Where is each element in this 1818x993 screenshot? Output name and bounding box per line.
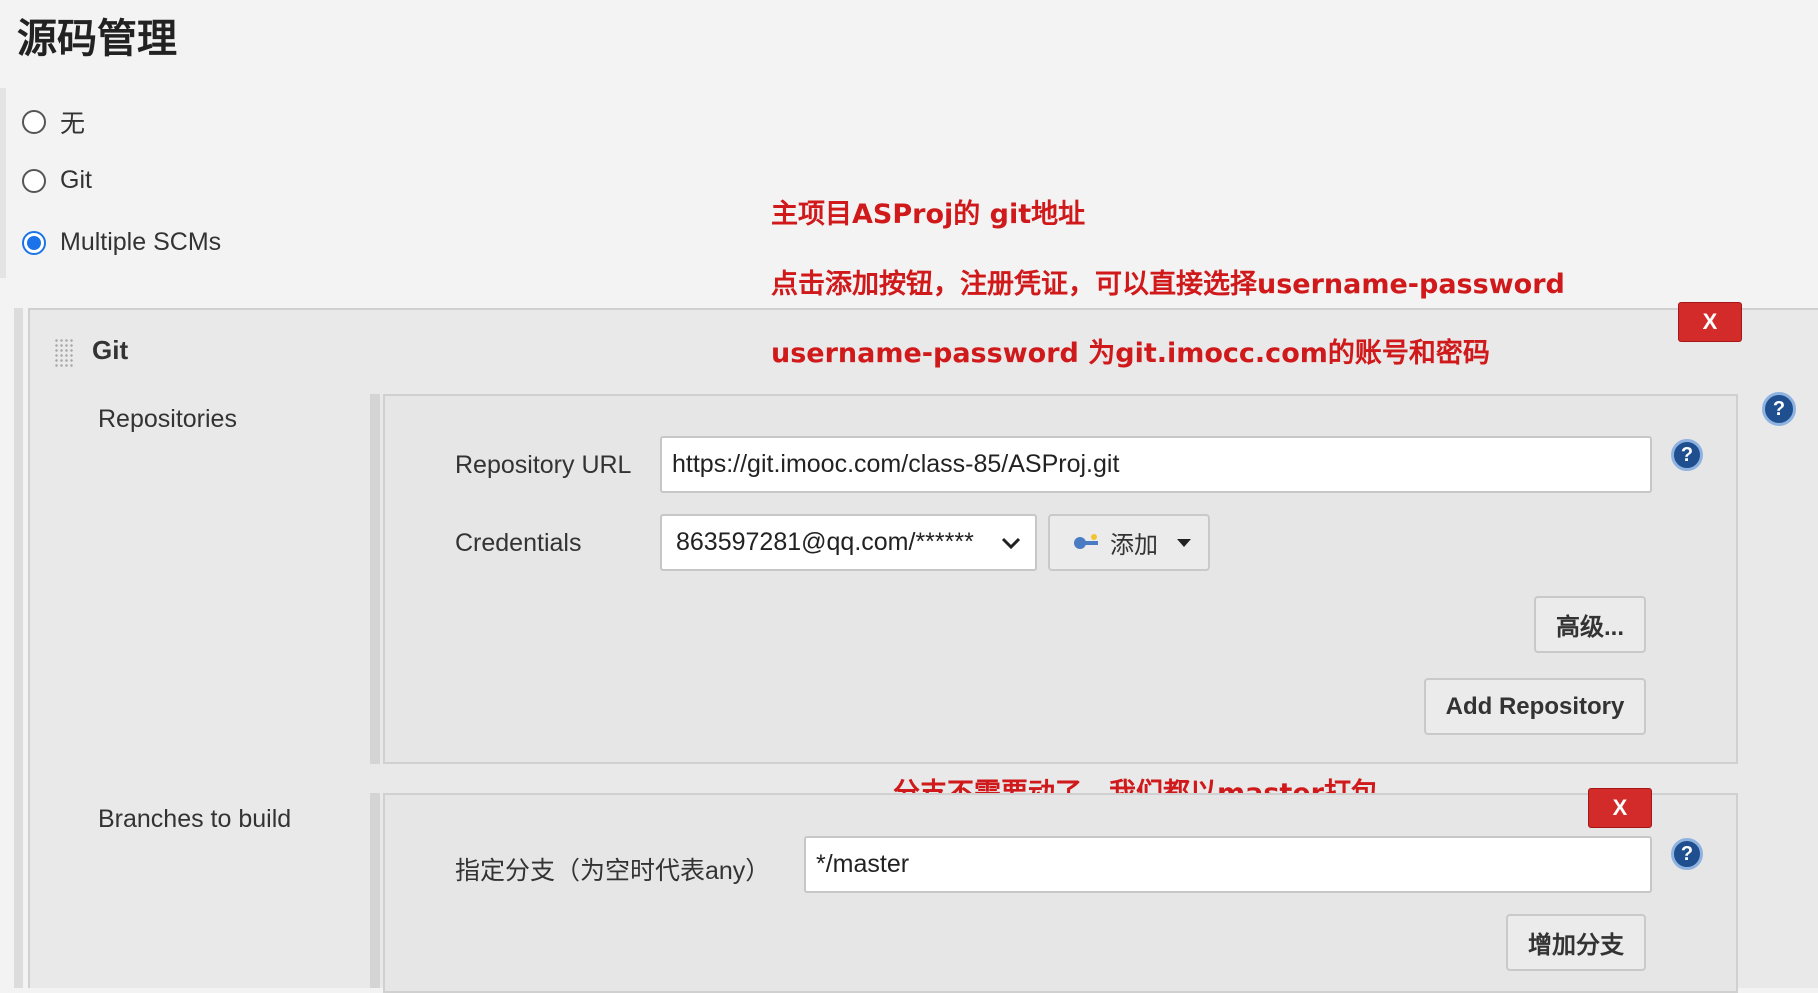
caret-down-icon <box>1177 538 1191 547</box>
drag-handle-icon[interactable] <box>54 338 74 368</box>
repository-url-label: Repository URL <box>455 451 632 479</box>
option-label: Multiple SCMs <box>60 228 222 256</box>
annotation-credential-info: username-password 为git.imocc.com的账号和密码 <box>771 338 1490 369</box>
option-label: Git <box>60 166 92 194</box>
radio-button[interactable] <box>22 110 46 134</box>
section-divider <box>0 88 6 278</box>
scm-option-none[interactable]: 无 <box>22 104 85 140</box>
branch-specifier-label: 指定分支（为空时代表any） <box>455 857 771 885</box>
credentials-label: Credentials <box>455 529 582 557</box>
radio-button[interactable] <box>22 168 46 193</box>
add-branch-button[interactable]: 增加分支 <box>1506 914 1646 971</box>
git-title: Git <box>92 335 129 365</box>
add-button-label: 添加 <box>1110 532 1158 559</box>
scm-option-multiple[interactable]: Multiple SCMs <box>22 228 221 257</box>
delete-git-button[interactable]: X <box>1678 302 1742 342</box>
help-icon[interactable]: ? <box>1671 838 1703 870</box>
branch-specifier-input[interactable]: */master <box>804 836 1652 893</box>
radio-button-selected[interactable] <box>22 230 46 255</box>
help-icon[interactable]: ? <box>1762 392 1796 426</box>
page-title: 源码管理 <box>17 16 177 62</box>
advanced-button[interactable]: 高级... <box>1534 596 1646 653</box>
scm-option-git[interactable]: Git <box>22 166 92 195</box>
chevron-down-icon <box>1001 537 1021 549</box>
annotation-main-repo: 主项目ASProj的 git地址 <box>771 199 1086 230</box>
help-icon[interactable]: ? <box>1671 439 1703 471</box>
repositories-bar <box>370 394 380 764</box>
add-credentials-button[interactable]: 添加 <box>1048 514 1210 571</box>
branches-label: Branches to build <box>98 805 292 833</box>
credentials-value: 863597281@qq.com/****** <box>676 528 974 556</box>
git-block-bar <box>14 308 23 988</box>
repository-url-input[interactable]: https://git.imooc.com/class-85/ASProj.gi… <box>660 436 1652 493</box>
credentials-select[interactable]: 863597281@qq.com/****** <box>660 514 1037 571</box>
branches-bar <box>370 793 380 988</box>
delete-branch-button[interactable]: X <box>1588 788 1652 828</box>
repositories-label: Repositories <box>98 405 237 433</box>
annotation-add-credentials: 点击添加按钮，注册凭证，可以直接选择username-password <box>771 269 1565 300</box>
key-icon <box>1074 533 1098 549</box>
add-repository-button[interactable]: Add Repository <box>1424 678 1646 735</box>
option-label: 无 <box>60 110 86 138</box>
